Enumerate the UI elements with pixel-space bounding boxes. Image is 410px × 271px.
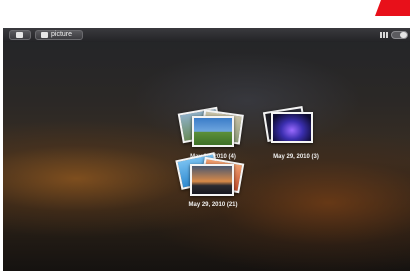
- gallery-view: picture May 29, 2010 (4) May 29, 2010 (3…: [3, 28, 410, 271]
- breadcrumb-folder[interactable]: picture: [35, 30, 83, 40]
- grid-view-icon[interactable]: [380, 32, 389, 38]
- toggle-knob: [400, 32, 407, 38]
- breadcrumb-label: picture: [51, 31, 73, 38]
- top-margin: [0, 0, 410, 28]
- album-thumbnail: [271, 112, 313, 143]
- album-thumbnail: [192, 116, 234, 147]
- screen: picture May 29, 2010 (4) May 29, 2010 (3…: [0, 0, 410, 271]
- album-label: May 29, 2010 (21): [188, 202, 238, 208]
- album-stack[interactable]: May 29, 2010 (3): [261, 106, 331, 168]
- camera-mode-toggle[interactable]: [391, 31, 408, 39]
- album-stack[interactable]: May 29, 2010 (21): [175, 152, 248, 216]
- album-thumbnail: [190, 164, 234, 196]
- home-icon: [16, 32, 23, 38]
- album-label: May 29, 2010 (3): [273, 154, 319, 160]
- folder-icon: [41, 32, 48, 38]
- home-button[interactable]: [9, 30, 31, 40]
- action-bar: picture: [3, 28, 410, 42]
